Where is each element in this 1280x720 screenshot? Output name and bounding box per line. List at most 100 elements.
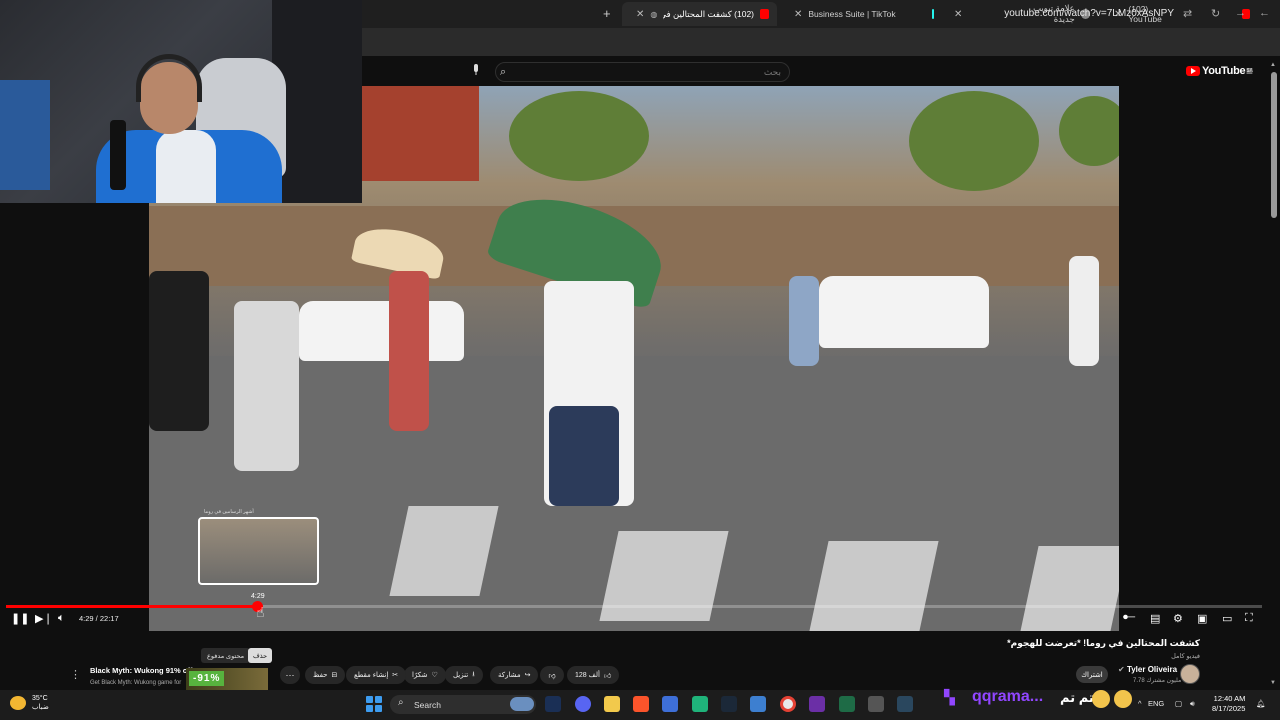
thumbs-down-icon: 👎︎ [548,672,556,680]
new-tab-button[interactable]: + [603,6,611,21]
steam-icon[interactable] [721,696,737,712]
scroll-down-arrow-icon[interactable]: ▼ [1270,680,1276,686]
url-field[interactable]: youtube.com/watch?v=7LMz0xAsNPY [1004,8,1174,19]
xbox-icon[interactable] [839,696,855,712]
hamburger-menu-icon[interactable]: ≡ [1246,64,1253,78]
weather-description: ضباب [32,704,49,711]
bookmark-icon: ⊟ [331,672,338,679]
weather-sun-icon [10,696,26,710]
more-actions-icon[interactable]: ··· [280,666,300,684]
search-input[interactable]: بحث [495,62,790,82]
microsoft-store-icon[interactable] [662,696,678,712]
close-icon[interactable]: ✕ [636,9,644,20]
scroll-up-arrow-icon[interactable]: ▲ [1270,62,1276,68]
microphone-icon[interactable] [470,63,482,77]
like-button[interactable]: 128 ألف 👍︎ [567,666,620,684]
ad-menu-icon[interactable]: ⋮ [70,668,81,681]
ad-title[interactable]: Black Myth: Wukong 91% off [90,666,192,675]
share-button[interactable]: مشاركة ↪ [490,666,539,684]
tab-label: (102) كشفت المحتالين في ر [663,8,755,19]
taskbar-widget-icon[interactable] [510,697,534,711]
share-label: مشاركة [498,672,521,679]
subscriber-count: 7.78 مليون مشترك [1133,678,1182,684]
time-display: 4:29 / 22:17 [79,614,119,623]
theater-mode-icon[interactable]: ▭ [1222,612,1232,625]
emoji-icon [1092,690,1110,708]
tab-label: Business Suite | TikTok [808,9,896,19]
search-placeholder: بحث [763,66,781,77]
subtitles-icon[interactable]: ▤ [1150,612,1160,625]
weather-widget[interactable]: 35°C ضباب [10,694,49,712]
chat-emote-text: تم تم [1060,690,1094,705]
network-icon[interactable]: ▢ [1175,699,1182,708]
speaker-icon[interactable]: ◍ [650,10,657,19]
chrome-icon[interactable] [780,696,796,712]
app-icon[interactable] [692,696,708,712]
settings-gear-icon[interactable]: ⚙ [1173,612,1183,625]
thanks-button[interactable]: شكرًا ♡ [404,666,446,684]
youtube-logo-text: YouTube [1202,65,1246,77]
notifications-icon[interactable]: 🔔︎ [1256,699,1266,708]
pause-icon[interactable]: ❚❚ [11,612,29,625]
taskbar-clock[interactable]: 12:40 AM 8/17/2025 [1212,694,1245,714]
tray-chevron-icon[interactable]: ^ [1138,699,1142,708]
progress-bar[interactable] [6,601,1262,612]
clock-time: 12:40 AM [1213,694,1246,703]
youtube-favicon-icon [760,9,769,19]
tab-video[interactable]: ✕ ◍ (102) كشفت المحتالين في ر [622,2,777,26]
forward-icon[interactable]: → [1235,7,1246,19]
app-icon-generic[interactable] [868,696,884,712]
search-icon[interactable]: ⌕ [500,66,506,79]
windows-start-icon[interactable] [366,696,382,712]
steam-alt-icon[interactable] [897,696,913,712]
download-button[interactable]: تنزيل ⭳ [445,666,483,684]
save-button[interactable]: حفظ ⊟ [305,666,346,684]
dislike-button[interactable]: 👎︎ [540,666,564,684]
channel-name[interactable]: ✔ Tyler Oliveira [1118,665,1177,674]
webcam-overlay [0,0,362,203]
miniplayer-icon[interactable]: ▣ [1197,612,1207,625]
video-frame-person [234,301,299,471]
volume-icon[interactable]: 🔈︎ [58,612,65,625]
autoplay-toggle[interactable]: ⏺─ [1123,612,1135,623]
subscribe-button[interactable]: اشتراك [1076,666,1108,683]
discord-icon[interactable] [575,696,591,712]
close-icon[interactable]: ✕ [954,9,962,20]
reload-icon[interactable]: ↻ [1211,7,1220,20]
video-frame-person [1069,256,1099,366]
brave-browser-icon[interactable] [633,696,649,712]
like-count: 128 ألف [575,672,600,679]
back-icon[interactable]: ← [1259,7,1270,19]
video-frame-person [149,271,209,431]
page-scrollbar[interactable] [1271,72,1277,218]
delete-tooltip: حذف [248,648,273,663]
language-indicator[interactable]: ENG [1148,699,1164,708]
tab-tiktok[interactable]: ✕ Business Suite | TikTok [780,2,934,26]
twitch-icon: ▚ [944,689,955,705]
file-explorer-icon[interactable] [604,696,620,712]
youtube-logo[interactable]: YouTube SA [1186,65,1253,77]
close-icon[interactable]: ✕ [794,9,802,20]
video-frame-tree [1059,96,1119,166]
share-icon: ↪ [524,672,531,679]
speaker-icon[interactable]: 🔊︎ [1190,699,1195,709]
crosswalk-stripe [809,541,939,631]
app-window-icon[interactable] [750,696,766,712]
video-frame-person [789,276,819,366]
tiktok-favicon-icon [931,9,934,19]
kick-app-icon[interactable] [809,696,825,712]
video-frame-tree [509,91,649,181]
download-label: تنزيل [453,672,469,679]
fullscreen-icon[interactable]: ⛶ [1245,612,1253,625]
crosswalk-stripe [389,506,499,596]
clock-date: 8/17/2025 [1212,704,1246,713]
channel-avatar[interactable] [1180,664,1200,684]
taskbar-search-label: Search [414,699,441,710]
media-app-icon[interactable] [545,696,561,712]
seek-preview-caption: أشهر الرسامين في روما [204,509,254,515]
clip-button[interactable]: إنشاء مقطع ✂ [346,666,407,684]
site-settings-icon[interactable]: ⇄ [1183,7,1192,20]
verified-icon: ✔ [1118,665,1127,674]
video-frame-building [359,86,479,181]
next-icon[interactable]: ▶❘ [35,612,53,625]
